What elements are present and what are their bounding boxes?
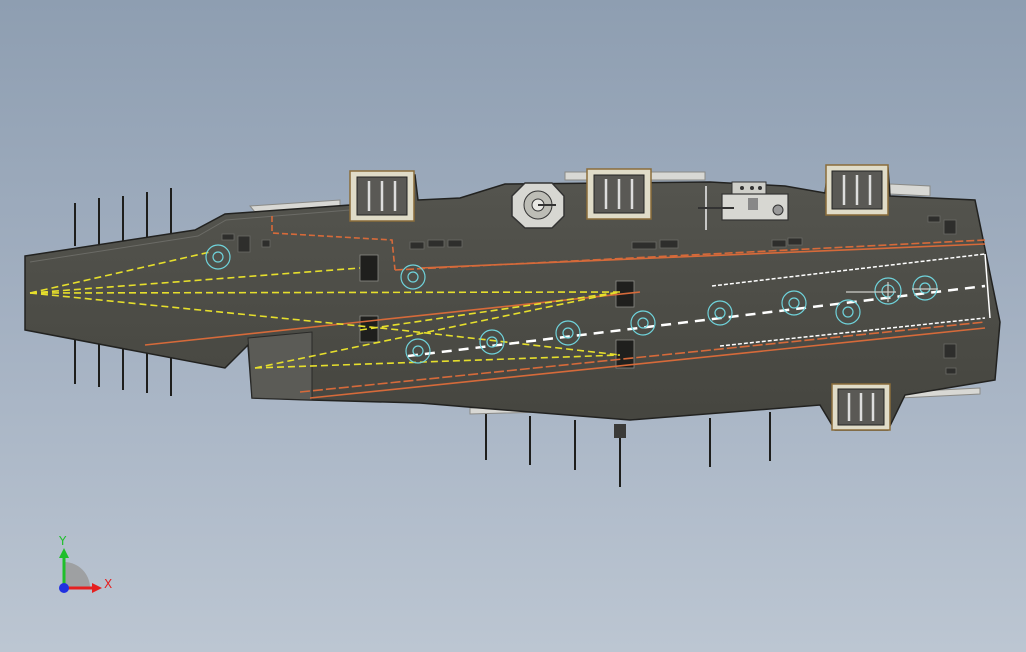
coordinate-triad: Y X xyxy=(58,534,112,593)
triad-origin xyxy=(59,583,69,593)
triad-x-label: X xyxy=(104,577,112,591)
3d-model-viewport[interactable]: Y X xyxy=(0,0,1026,652)
triad-y-label: Y xyxy=(58,534,67,548)
keel-post xyxy=(614,424,626,438)
aircraft-carrier-model[interactable] xyxy=(24,164,1001,487)
